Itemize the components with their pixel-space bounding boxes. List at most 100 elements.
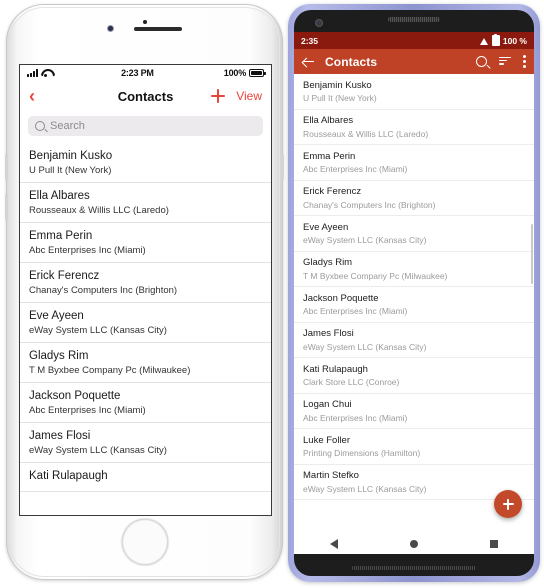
contact-name: Jackson Poquette [303, 292, 379, 304]
android-status-right: 100 % [479, 33, 527, 46]
wifi-icon [479, 37, 489, 45]
contact-company: Abc Enterprises Inc (Miami) [303, 412, 408, 423]
list-item[interactable]: James Flosi eWay System LLC (Kansas City… [20, 423, 271, 463]
list-item[interactable]: Erick Ferencz Chanay's Computers Inc (Br… [20, 263, 271, 303]
ios-status-time: 2:23 PM [121, 68, 154, 78]
contact-company: Abc Enterprises Inc (Miami) [303, 306, 408, 316]
android-contacts-list[interactable]: Benjamin Kusko U Pull It (New York) Ella… [294, 74, 534, 534]
front-camera-icon [107, 26, 113, 31]
ios-navigation-bar: ‹ Contacts View [20, 81, 271, 111]
arrow-back-icon[interactable] [302, 55, 315, 68]
earpiece-speaker-icon [133, 27, 182, 31]
android-app-bar: Contacts [294, 49, 534, 74]
contact-name: Benjamin Kusko [303, 79, 372, 91]
contact-company: Clark Store LLC (Conroe) [303, 377, 400, 387]
search-icon [35, 121, 45, 131]
android-bezel: 2:35 100 % Contacts Benjamin Kusko U Pul… [294, 10, 534, 576]
android-status-time: 2:35 [301, 35, 319, 46]
contact-name: Gladys Rim [29, 350, 89, 362]
iphone-device-frame: 2:23 PM 100% ‹ Contacts View Search Benj… [5, 4, 284, 580]
contact-company: Rousseaux & Willis LLC (Laredo) [303, 128, 429, 139]
android-toolbar-actions [476, 55, 526, 68]
wifi-icon [41, 69, 51, 78]
search-icon[interactable] [476, 56, 487, 67]
contact-name: Benjamin Kusko [29, 150, 113, 162]
view-button[interactable]: View [236, 89, 262, 103]
contact-name: Kati Rulapaugh [303, 363, 368, 375]
plus-icon[interactable] [211, 89, 226, 103]
android-device-frame: 2:35 100 % Contacts Benjamin Kusko U Pul… [288, 4, 540, 582]
contact-name: Erick Ferencz [303, 186, 362, 197]
volume-up-button[interactable] [5, 154, 8, 180]
contact-name: Ella Albares [303, 115, 354, 126]
power-button[interactable] [281, 154, 284, 180]
list-item[interactable]: Eve Ayeen eWay System LLC (Kansas City) [294, 216, 534, 252]
contact-company: Chanay's Computers Inc (Brighton) [29, 285, 178, 296]
list-item[interactable]: Ella Albares Rousseaux & Willis LLC (Lar… [20, 183, 271, 223]
list-item[interactable]: Gladys Rim T M Byxbee Company Pc (Milwau… [20, 343, 271, 383]
contact-name: Erick Ferencz [29, 270, 100, 282]
home-button[interactable] [122, 520, 167, 564]
contact-company: eWay System LLC (Kansas City) [303, 235, 427, 245]
contact-name: Luke Foller [303, 434, 350, 446]
ios-search-container: Search [20, 111, 271, 143]
add-contact-fab[interactable] [494, 490, 522, 518]
list-item[interactable]: Ella Albares Rousseaux & Willis LLC (Lar… [294, 110, 534, 145]
contact-name: Ella Albares [29, 190, 90, 202]
contact-company: eWay System LLC (Kansas City) [29, 325, 167, 336]
contact-company: U Pull It (New York) [29, 165, 112, 176]
contact-company: T M Byxbee Company Pc (Milwaukee) [303, 270, 448, 281]
chevron-left-icon[interactable]: ‹ [29, 87, 35, 105]
list-item[interactable]: Erick Ferencz Chanay's Computers Inc (Br… [294, 181, 534, 216]
contact-company: eWay System LLC (Kansas City) [29, 445, 167, 456]
volume-down-button[interactable] [5, 194, 8, 220]
list-item[interactable]: Emma Perin Abc Enterprises Inc (Miami) [294, 145, 534, 181]
list-item[interactable]: James Flosi eWay System LLC (Kansas City… [294, 323, 534, 358]
list-item[interactable]: Kati Rulapaugh Clark Store LLC (Conroe) [294, 358, 534, 394]
ios-status-right: 100% [224, 68, 266, 78]
bottom-speaker-icon [352, 566, 476, 570]
list-item[interactable]: Jackson Poquette Abc Enterprises Inc (Mi… [294, 287, 534, 323]
contact-name: Emma Perin [29, 230, 93, 242]
android-screen: 2:35 100 % Contacts Benjamin Kusko U Pul… [294, 32, 534, 554]
front-camera-icon [316, 20, 322, 26]
list-item[interactable]: Gladys Rim T M Byxbee Company Pc (Milwau… [294, 252, 534, 287]
nav-recents-square-icon[interactable] [490, 540, 498, 548]
contact-name: Kati Rulapaugh [29, 470, 108, 482]
contact-company: Abc Enterprises Inc (Miami) [303, 164, 408, 174]
contact-company: eWay System LLC (Kansas City) [303, 341, 427, 352]
battery-icon [249, 69, 266, 77]
contact-company: Abc Enterprises Inc (Miami) [29, 245, 146, 256]
nav-home-circle-icon[interactable] [410, 540, 418, 548]
contact-name: Martin Stefko [303, 470, 359, 481]
android-status-bar: 2:35 100 % [294, 32, 534, 49]
sort-icon[interactable] [499, 56, 511, 67]
list-item[interactable]: Kati Rulapaugh [20, 463, 271, 492]
list-item[interactable]: Benjamin Kusko U Pull It (New York) [20, 143, 271, 183]
ios-contacts-list[interactable]: Benjamin Kusko U Pull It (New York) Ella… [20, 143, 271, 512]
list-item[interactable]: Emma Perin Abc Enterprises Inc (Miami) [20, 223, 271, 263]
list-item[interactable]: Luke Foller Printing Dimensions (Hamilto… [294, 429, 534, 465]
more-vertical-icon[interactable] [523, 55, 526, 68]
contact-name: Emma Perin [303, 150, 356, 162]
ambient-sensor-icon [142, 20, 147, 24]
list-item[interactable]: Benjamin Kusko U Pull It (New York) [294, 74, 534, 110]
contact-name: James Flosi [29, 430, 91, 442]
ios-status-bar: 2:23 PM 100% [20, 65, 271, 81]
battery-icon [491, 33, 500, 46]
list-item[interactable]: Jackson Poquette Abc Enterprises Inc (Mi… [20, 383, 271, 423]
ios-nav-actions: View [211, 89, 262, 103]
ios-status-left [27, 69, 51, 78]
contact-company: eWay System LLC (Kansas City) [303, 483, 427, 494]
contact-company: Chanay's Computers Inc (Brighton) [303, 199, 436, 210]
contact-name: Gladys Rim [303, 257, 353, 268]
contact-company: U Pull It (New York) [303, 93, 377, 103]
list-item[interactable]: Eve Ayeen eWay System LLC (Kansas City) [20, 303, 271, 343]
search-input[interactable]: Search [28, 116, 263, 136]
list-item[interactable]: Logan Chui Abc Enterprises Inc (Miami) [294, 394, 534, 429]
contact-name: Jackson Poquette [29, 390, 121, 402]
scrollbar[interactable] [531, 224, 533, 284]
nav-back-triangle-icon[interactable] [330, 539, 338, 549]
contact-company: Printing Dimensions (Hamilton) [303, 448, 421, 458]
contact-company: T M Byxbee Company Pc (Milwaukee) [29, 365, 191, 376]
